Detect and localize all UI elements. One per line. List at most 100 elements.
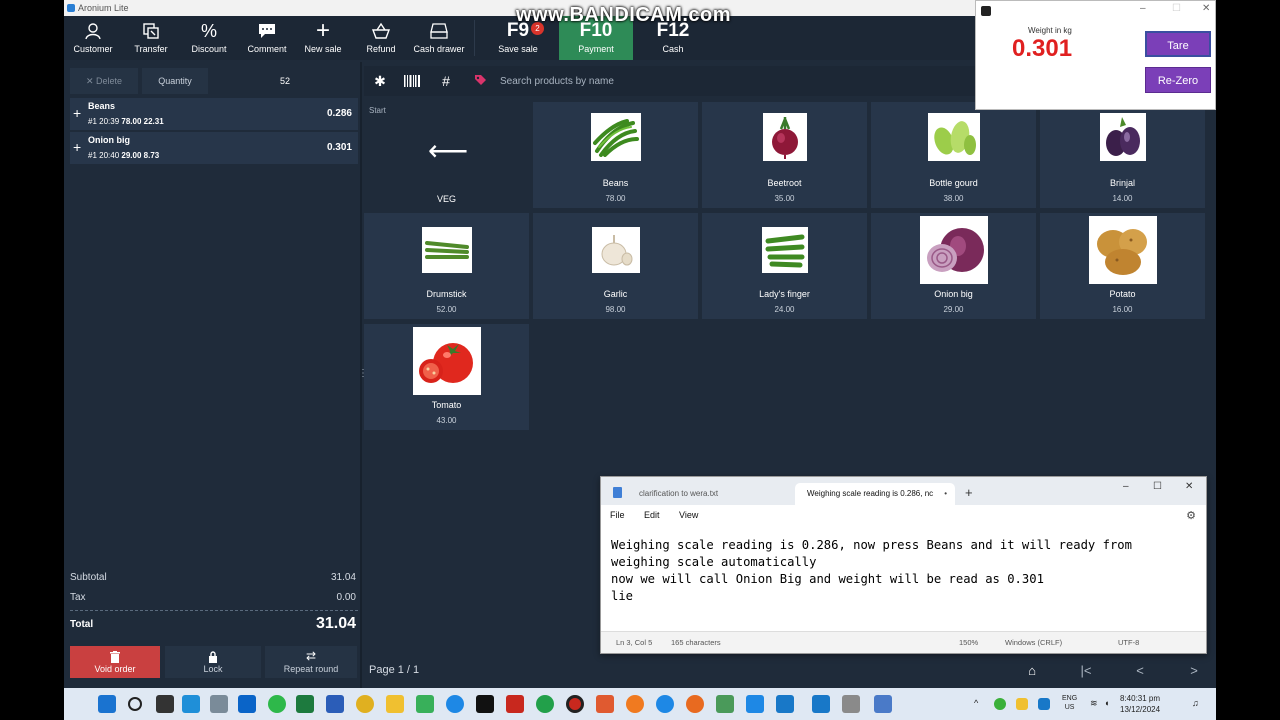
menu-view[interactable]: View [679,510,698,520]
subtotal-value: 31.04 [330,572,356,583]
product-tile-beetroot[interactable]: Beetroot 35.00 [702,102,867,208]
search-input[interactable] [500,72,900,90]
tray-app-icon[interactable] [1016,698,1028,710]
cash-drawer-button[interactable]: Cash drawer [410,16,468,60]
teamviewer-icon[interactable] [746,695,764,713]
minimize-icon[interactable]: – [1140,3,1146,14]
close-icon[interactable]: ✕ [1202,3,1210,14]
customer-button[interactable]: Customer [64,16,122,60]
app-icon[interactable] [776,695,794,713]
edge-icon[interactable] [182,695,200,713]
zoom-level[interactable]: 150% [959,638,978,647]
menu-file[interactable]: File [610,510,625,520]
word-icon[interactable] [326,695,344,713]
filezilla-icon[interactable] [506,695,524,713]
tag-icon[interactable] [464,66,496,96]
maximize-icon[interactable]: ☐ [1153,481,1162,492]
language-indicator[interactable]: ENG US [1062,694,1077,712]
product-tile-tomato[interactable]: Tomato 43.00 [364,324,529,430]
product-name: Beetroot [767,178,802,188]
barcode-icon[interactable] [396,66,428,96]
record-icon[interactable] [566,695,584,713]
new-tab-icon[interactable]: + [965,485,973,500]
app-icon[interactable] [626,695,644,713]
clock[interactable]: 8:40:31 pm 13/12/2024 [1120,693,1160,715]
tray-app-icon[interactable] [1038,698,1050,710]
quantity-button[interactable]: Quantity [142,68,208,94]
discount-button[interactable]: % Discount [180,16,238,60]
app-icon[interactable] [716,695,734,713]
void-order-button[interactable]: Void order [70,646,160,678]
chrome-icon[interactable] [356,695,374,713]
app-icon[interactable] [842,695,860,713]
close-icon[interactable]: ✕ [1185,481,1193,492]
order-item[interactable]: + Onion big #1 20:40 29.00 8.73 0.301 [70,132,358,164]
home-icon[interactable]: ⌂ [1020,660,1044,682]
tare-button[interactable]: Tare [1145,31,1211,57]
teamviewer-icon[interactable] [476,695,494,713]
repeat-round-button[interactable]: ⇄ Repeat round [265,646,357,678]
skype-icon[interactable] [656,695,674,713]
delete-button[interactable]: ✕ Delete [70,68,138,94]
plus-icon[interactable]: + [73,105,81,121]
product-tile-garlic[interactable]: Garlic 98.00 [533,213,698,319]
unsaved-dot-icon[interactable]: • [944,483,947,505]
first-page-icon[interactable]: |< [1074,660,1098,682]
menu-edit[interactable]: Edit [644,510,660,520]
app-icon[interactable] [596,695,614,713]
refund-button[interactable]: Refund [352,16,410,60]
group-back-tile[interactable]: Start ⟵ VEG [364,102,529,208]
product-tile-ladys-finger[interactable]: Lady's finger 24.00 [702,213,867,319]
asterisk-icon[interactable]: ✱ [364,66,396,96]
order-item[interactable]: + Beans #1 20:39 78.00 22.31 0.286 [70,98,358,130]
comment-button[interactable]: Comment [238,16,296,60]
notification-bell-icon[interactable]: ♫ [1192,698,1199,708]
product-tile-drumstick[interactable]: Drumstick 52.00 [364,213,529,319]
gear-icon[interactable]: ⚙ [1186,509,1196,522]
rezero-button[interactable]: Re-Zero [1145,67,1211,93]
notepad-taskbar-icon[interactable] [874,695,892,713]
search-icon[interactable] [128,697,142,711]
tray-app-icon[interactable] [994,698,1006,710]
maximize-icon[interactable]: ☐ [1172,3,1181,14]
brinjal-image [1099,113,1146,161]
app-icon[interactable] [812,695,830,713]
firefox-icon[interactable] [686,695,704,713]
start-icon[interactable] [98,695,116,713]
product-tile-onion-big[interactable]: Onion big 29.00 [871,213,1036,319]
skype-icon[interactable] [446,695,464,713]
breadcrumb-start[interactable]: Start [369,106,386,115]
tab-weighing-scale[interactable]: Weighing scale reading is 0.286, nc • [795,483,955,505]
chevron-up-icon[interactable]: ^ [974,698,978,708]
whatsapp-icon[interactable] [268,695,286,713]
product-tile-potato[interactable]: Potato 16.00 [1040,213,1205,319]
lock-button[interactable]: Lock [165,646,261,678]
tab-clarification[interactable]: clarification to wera.txt [627,483,793,505]
drumstick-image [421,227,472,273]
calculator-icon[interactable] [210,695,228,713]
transfer-button[interactable]: Transfer [122,16,180,60]
outlook-icon[interactable] [238,695,256,713]
quantity-value[interactable]: 52 [212,68,358,94]
plus-icon[interactable]: + [73,139,81,155]
notepad-text[interactable]: Weighing scale reading is 0.286, now pre… [611,537,1201,605]
file-explorer-icon[interactable] [386,695,404,713]
product-tile-beans[interactable]: Beans 78.00 [533,102,698,208]
app-icon[interactable] [416,695,434,713]
product-price: 24.00 [774,305,795,314]
minimize-icon[interactable]: – [1123,481,1129,492]
next-page-icon[interactable]: > [1182,660,1206,682]
task-view-icon[interactable] [156,695,174,713]
whatsapp-icon[interactable] [536,695,554,713]
line-ending[interactable]: Windows (CRLF) [1005,638,1062,647]
new-sale-button[interactable]: + New sale [296,16,350,60]
encoding[interactable]: UTF-8 [1118,638,1139,647]
product-tile-bottle-gourd[interactable]: Bottle gourd 38.00 [871,102,1036,208]
volume-icon[interactable]: ◖ [1104,698,1109,708]
excel-icon[interactable] [296,695,314,713]
hash-icon[interactable]: # [430,66,462,96]
product-name: Potato [1109,289,1136,299]
product-tile-brinjal[interactable]: Brinjal 14.00 [1040,102,1205,208]
prev-page-icon[interactable]: < [1128,660,1152,682]
wifi-icon[interactable]: ≋ [1090,698,1098,709]
